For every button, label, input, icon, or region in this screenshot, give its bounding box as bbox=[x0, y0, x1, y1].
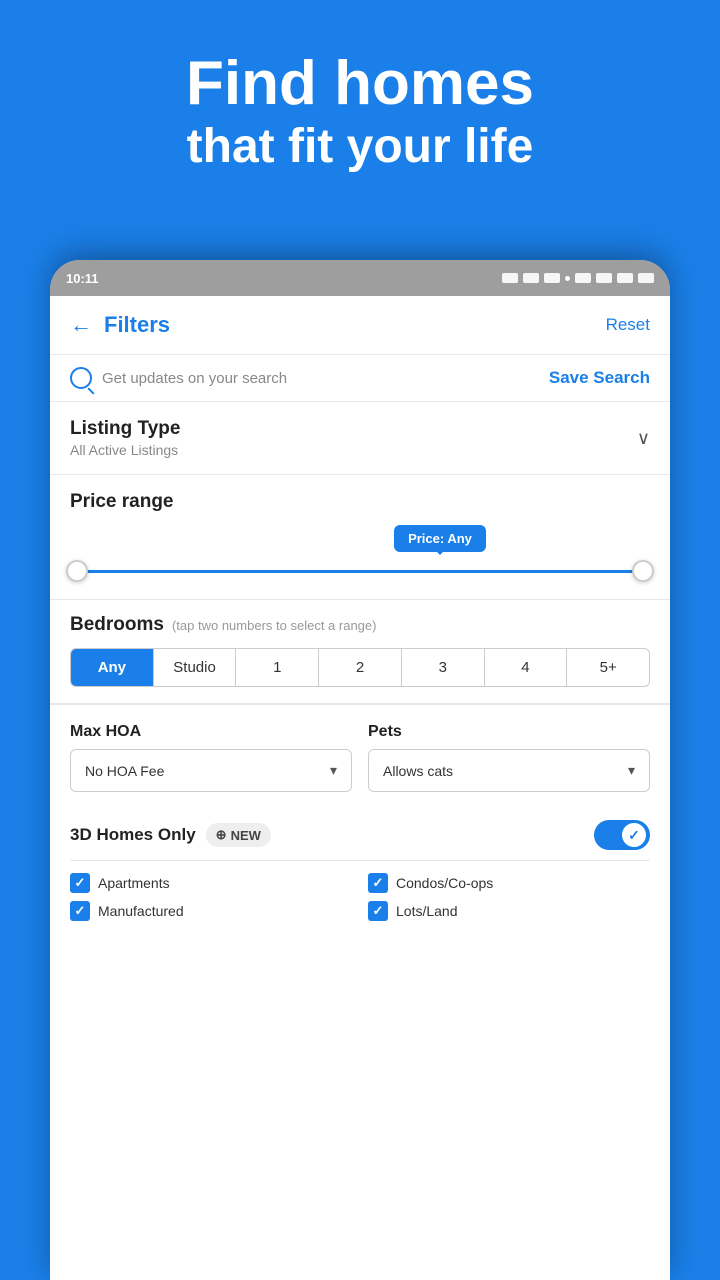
hero-subtitle: that fit your life bbox=[40, 118, 680, 176]
price-bubble: Price: Any bbox=[394, 525, 486, 552]
search-hint-text: Get updates on your search bbox=[102, 370, 287, 387]
reset-button[interactable]: Reset bbox=[606, 315, 650, 335]
hero-title: Find homes bbox=[40, 50, 680, 118]
search-hint: Get updates on your search bbox=[70, 367, 287, 389]
homes-3d-row: 3D Homes Only ⊕ NEW ✓ bbox=[70, 810, 650, 861]
homes-3d-toggle[interactable]: ✓ bbox=[594, 820, 650, 850]
new-badge-icon: ⊕ bbox=[216, 827, 227, 843]
app-content: ← Filters Reset Get updates on your sear… bbox=[50, 296, 670, 1280]
status-icon-battery bbox=[638, 273, 654, 283]
price-bubble-wrapper: Price: Any bbox=[70, 525, 650, 556]
status-icon-linkedin bbox=[523, 273, 539, 283]
new-badge-text: NEW bbox=[231, 828, 261, 843]
save-search-bar: Get updates on your search Save Search bbox=[50, 355, 670, 402]
listing-type-value: All Active Listings bbox=[70, 442, 180, 458]
status-time: 10:11 bbox=[66, 271, 99, 286]
hoa-pets-row: Max HOA No HOA Fee ▾ Pets Allows cats ▾ bbox=[70, 723, 650, 792]
pets-arrow-icon: ▾ bbox=[628, 762, 635, 779]
hero-section: Find homes that fit your life bbox=[0, 0, 720, 206]
bedroom-option-4[interactable]: 4 bbox=[485, 649, 568, 686]
pets-label: Pets bbox=[368, 723, 650, 741]
bedrooms-hint: (tap two numbers to select a range) bbox=[172, 618, 377, 633]
checkbox-box-condos: ✓ bbox=[368, 873, 388, 893]
homes-3d-label: 3D Homes Only ⊕ NEW bbox=[70, 823, 271, 847]
listing-type-section[interactable]: Listing Type All Active Listings ∨ bbox=[50, 402, 670, 475]
slider-thumb-right[interactable] bbox=[632, 560, 654, 582]
bedroom-option-1[interactable]: 1 bbox=[236, 649, 319, 686]
bottom-overlay: Max HOA No HOA Fee ▾ Pets Allows cats ▾ bbox=[50, 704, 670, 935]
checkbox-label-apartments: Apartments bbox=[98, 875, 170, 891]
search-icon bbox=[70, 367, 92, 389]
bedroom-option-3[interactable]: 3 bbox=[402, 649, 485, 686]
bedrooms-header: Bedrooms (tap two numbers to select a ra… bbox=[70, 614, 650, 636]
bedroom-option-5plus[interactable]: 5+ bbox=[567, 649, 649, 686]
checkbox-check-apartments: ✓ bbox=[75, 875, 86, 891]
new-badge: ⊕ NEW bbox=[206, 823, 271, 847]
toggle-check-icon: ✓ bbox=[628, 827, 640, 844]
checkbox-check-condos: ✓ bbox=[373, 875, 384, 891]
bedrooms-section: Bedrooms (tap two numbers to select a ra… bbox=[50, 600, 670, 704]
property-type-grid: ✓ Apartments ✓ Condos/Co-ops ✓ Manufactu… bbox=[70, 873, 650, 921]
checkbox-box-lots-land: ✓ bbox=[368, 901, 388, 921]
checkbox-box-manufactured: ✓ bbox=[70, 901, 90, 921]
status-bar: 10:11 bbox=[50, 260, 670, 296]
toggle-knob: ✓ bbox=[622, 823, 646, 847]
checkbox-label-lots-land: Lots/Land bbox=[396, 903, 458, 919]
max-hoa-dropdown[interactable]: No HOA Fee ▾ bbox=[70, 749, 352, 792]
max-hoa-value: No HOA Fee bbox=[85, 763, 164, 779]
checkbox-label-manufactured: Manufactured bbox=[98, 903, 184, 919]
checkbox-lots-land[interactable]: ✓ Lots/Land bbox=[368, 901, 650, 921]
checkbox-condos[interactable]: ✓ Condos/Co-ops bbox=[368, 873, 650, 893]
phone-mockup: 10:11 ← Filters Reset Get updates on bbox=[50, 260, 670, 1280]
filters-title: Filters bbox=[104, 312, 170, 338]
checkbox-check-lots-land: ✓ bbox=[373, 903, 384, 919]
save-search-button[interactable]: Save Search bbox=[549, 368, 650, 388]
pets-dropdown[interactable]: Allows cats ▾ bbox=[368, 749, 650, 792]
header-left: ← Filters bbox=[70, 312, 170, 338]
listing-type-header: Listing Type All Active Listings ∨ bbox=[70, 418, 650, 458]
homes-3d-text: 3D Homes Only bbox=[70, 825, 196, 845]
listing-type-title: Listing Type bbox=[70, 418, 180, 440]
checkbox-apartments[interactable]: ✓ Apartments bbox=[70, 873, 352, 893]
app-header: ← Filters Reset bbox=[50, 296, 670, 355]
bedroom-option-2[interactable]: 2 bbox=[319, 649, 402, 686]
status-dot bbox=[565, 276, 570, 281]
status-icon-youtube bbox=[544, 273, 560, 283]
status-icons bbox=[502, 273, 654, 283]
back-button[interactable]: ← bbox=[70, 312, 92, 338]
bedroom-options: Any Studio 1 2 3 4 5+ bbox=[70, 648, 650, 687]
bedroom-option-studio[interactable]: Studio bbox=[154, 649, 237, 686]
status-icon-signal bbox=[617, 273, 633, 283]
status-icon-image bbox=[502, 273, 518, 283]
max-hoa-arrow-icon: ▾ bbox=[330, 762, 337, 779]
checkbox-label-condos: Condos/Co-ops bbox=[396, 875, 493, 891]
slider-thumb-left[interactable] bbox=[66, 560, 88, 582]
pets-group: Pets Allows cats ▾ bbox=[368, 723, 650, 792]
price-range-section: Price range Price: Any bbox=[50, 475, 670, 600]
checkbox-box-apartments: ✓ bbox=[70, 873, 90, 893]
status-icon-mute bbox=[575, 273, 591, 283]
price-range-title: Price range bbox=[70, 491, 650, 513]
bedroom-option-any[interactable]: Any bbox=[71, 649, 154, 686]
checkbox-check-manufactured: ✓ bbox=[75, 903, 86, 919]
price-slider-track[interactable] bbox=[70, 570, 650, 573]
pets-value: Allows cats bbox=[383, 763, 453, 779]
max-hoa-group: Max HOA No HOA Fee ▾ bbox=[70, 723, 352, 792]
max-hoa-label: Max HOA bbox=[70, 723, 352, 741]
listing-type-chevron-icon: ∨ bbox=[637, 428, 650, 449]
checkbox-manufactured[interactable]: ✓ Manufactured bbox=[70, 901, 352, 921]
status-icon-wifi bbox=[596, 273, 612, 283]
bedrooms-title: Bedrooms bbox=[70, 614, 164, 636]
